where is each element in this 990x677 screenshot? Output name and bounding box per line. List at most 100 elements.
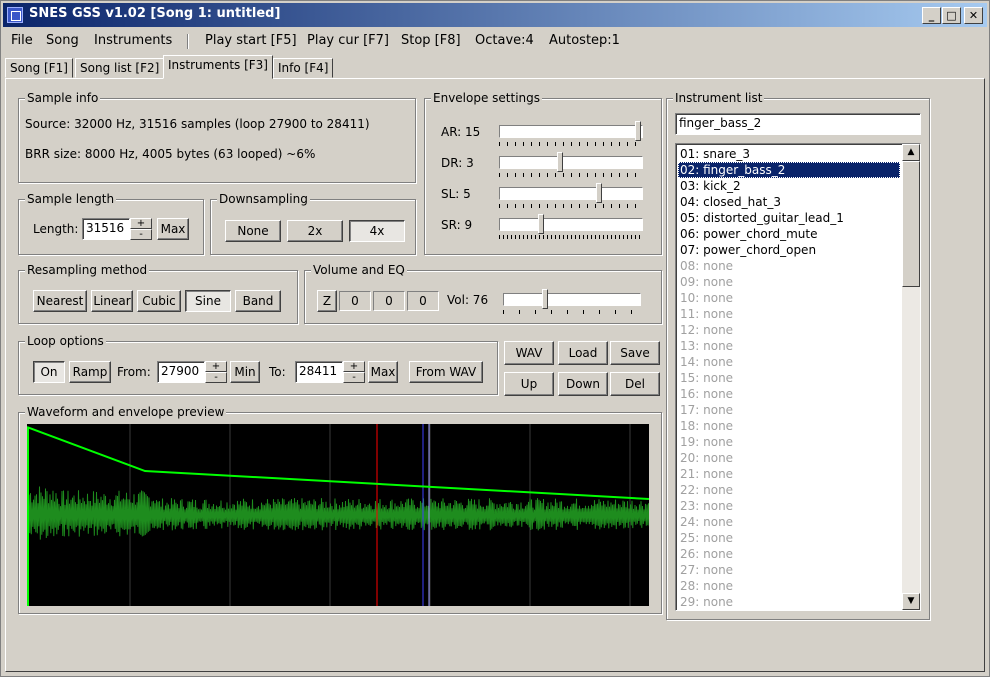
instrument-list-item[interactable]: 13: none	[678, 338, 900, 354]
ar-slider-thumb[interactable]	[635, 121, 641, 141]
maximize-button[interactable]: □	[942, 7, 961, 24]
loop-on-button[interactable]: On	[33, 361, 65, 383]
menu-autostep[interactable]: Autostep:1	[549, 33, 620, 48]
downsampling-none-button[interactable]: None	[225, 220, 281, 242]
sr-slider-thumb[interactable]	[538, 214, 544, 234]
down-button[interactable]: Down	[558, 372, 608, 396]
instrument-list-item[interactable]: 09: none	[678, 274, 900, 290]
sl-slider-thumb[interactable]	[596, 183, 602, 203]
loop-from-down-arrow-icon[interactable]: -	[205, 372, 227, 383]
loop-from-input[interactable]: 27900	[157, 361, 205, 383]
length-up-arrow-icon[interactable]: +	[130, 218, 152, 229]
loop-min-button[interactable]: Min	[230, 361, 260, 383]
loop-from-wav-button[interactable]: From WAV	[409, 361, 483, 383]
loop-max-button[interactable]: Max	[368, 361, 398, 383]
loop-to-spinner[interactable]: + -	[343, 361, 365, 383]
instrument-list-item[interactable]: 03: kick_2	[678, 178, 900, 194]
instrument-list-item[interactable]: 27: none	[678, 562, 900, 578]
length-down-arrow-icon[interactable]: -	[130, 229, 152, 240]
menu-play-start[interactable]: Play start [F5]	[205, 33, 297, 48]
length-spinner[interactable]: + -	[130, 218, 152, 240]
instrument-list-item[interactable]: 17: none	[678, 402, 900, 418]
close-button[interactable]: ✕	[964, 7, 983, 24]
instrument-list-item[interactable]: 23: none	[678, 498, 900, 514]
instrument-list-item[interactable]: 11: none	[678, 306, 900, 322]
instrument-list-item[interactable]: 24: none	[678, 514, 900, 530]
instrument-list-item[interactable]: 22: none	[678, 482, 900, 498]
instrument-list-item[interactable]: 04: closed_hat_3	[678, 194, 900, 210]
sr-slider[interactable]	[499, 214, 643, 240]
scroll-down-icon[interactable]: ▼	[902, 593, 920, 610]
instrument-list-item[interactable]: 19: none	[678, 434, 900, 450]
menu-stop[interactable]: Stop [F8]	[401, 33, 461, 48]
eq-zero-button[interactable]: Z	[317, 290, 337, 312]
instrument-scrollbar[interactable]: ▲ ▼	[902, 144, 920, 610]
instrument-list-item[interactable]: 21: none	[678, 466, 900, 482]
volume-slider[interactable]	[503, 289, 641, 315]
sl-slider[interactable]	[499, 183, 643, 209]
up-button[interactable]: Up	[504, 372, 554, 396]
instrument-list-item[interactable]: 06: power_chord_mute	[678, 226, 900, 242]
loop-to-input[interactable]: 28411	[295, 361, 343, 383]
dr-slider-thumb[interactable]	[557, 152, 563, 172]
load-button[interactable]: Load	[558, 341, 608, 365]
envelope-title: Envelope settings	[431, 91, 543, 105]
instrument-list-item[interactable]: 12: none	[678, 322, 900, 338]
tab-instruments[interactable]: Instruments [F3]	[163, 55, 273, 79]
instrument-list-item[interactable]: 29: none	[678, 594, 900, 610]
menu-play-cur[interactable]: Play cur [F7]	[307, 33, 389, 48]
loop-to-down-arrow-icon[interactable]: -	[343, 372, 365, 383]
eq-low-field[interactable]: 0	[339, 291, 371, 311]
delete-button[interactable]: Del	[610, 372, 660, 396]
instrument-list-item[interactable]: 15: none	[678, 370, 900, 386]
instrument-list-item[interactable]: 25: none	[678, 530, 900, 546]
loop-from-spinner[interactable]: + -	[205, 361, 227, 383]
instrument-list-item[interactable]: 02: finger_bass_2	[678, 162, 900, 178]
resample-sine-button[interactable]: Sine	[185, 290, 231, 312]
menu-song[interactable]: Song	[46, 33, 79, 48]
resample-linear-button[interactable]: Linear	[91, 290, 133, 312]
instrument-list-item[interactable]: 16: none	[678, 386, 900, 402]
tab-info[interactable]: Info [F4]	[273, 58, 334, 78]
loop-ramp-button[interactable]: Ramp	[69, 361, 111, 383]
tab-song[interactable]: Song [F1]	[5, 58, 73, 78]
length-input[interactable]: 31516	[82, 218, 130, 240]
scroll-thumb[interactable]	[902, 161, 920, 287]
eq-mid-field[interactable]: 0	[373, 291, 405, 311]
resample-nearest-button[interactable]: Nearest	[33, 290, 87, 312]
volume-slider-thumb[interactable]	[542, 289, 548, 309]
menu-file[interactable]: File	[11, 33, 33, 48]
title-bar[interactable]: SNES GSS v1.02 [Song 1: untitled] _ □ ✕	[3, 3, 987, 27]
volume-label: Vol: 76	[447, 293, 489, 307]
instrument-list-item[interactable]: 01: snare_3	[678, 146, 900, 162]
menu-octave[interactable]: Octave:4	[475, 33, 534, 48]
minimize-button[interactable]: _	[922, 7, 941, 24]
dr-slider[interactable]	[499, 152, 643, 178]
instrument-list-item[interactable]: 28: none	[678, 578, 900, 594]
instrument-list-item[interactable]: 08: none	[678, 258, 900, 274]
wav-button[interactable]: WAV	[504, 341, 554, 365]
eq-high-field[interactable]: 0	[407, 291, 439, 311]
scroll-up-icon[interactable]: ▲	[902, 144, 920, 161]
loop-to-up-arrow-icon[interactable]: +	[343, 361, 365, 372]
instrument-list-item[interactable]: 14: none	[678, 354, 900, 370]
menu-instruments[interactable]: Instruments	[94, 33, 172, 48]
instrument-listbox[interactable]: 01: snare_3 02: finger_bass_2 03: kick_2 04…	[675, 143, 921, 611]
ar-slider[interactable]	[499, 121, 643, 147]
instrument-name-input[interactable]: finger_bass_2	[675, 113, 921, 135]
waveform-canvas[interactable]	[27, 424, 649, 606]
save-button[interactable]: Save	[610, 341, 660, 365]
instrument-list-item[interactable]: 05: distorted_guitar_lead_1	[678, 210, 900, 226]
resample-cubic-button[interactable]: Cubic	[137, 290, 181, 312]
downsampling-4x-button[interactable]: 4x	[349, 220, 405, 242]
tab-song-list[interactable]: Song list [F2]	[75, 58, 165, 78]
instrument-list-item[interactable]: 10: none	[678, 290, 900, 306]
instrument-list-item[interactable]: 18: none	[678, 418, 900, 434]
loop-from-up-arrow-icon[interactable]: +	[205, 361, 227, 372]
resample-band-button[interactable]: Band	[235, 290, 281, 312]
instrument-list-item[interactable]: 20: none	[678, 450, 900, 466]
downsampling-2x-button[interactable]: 2x	[287, 220, 343, 242]
instrument-list-item[interactable]: 07: power_chord_open	[678, 242, 900, 258]
instrument-list-item[interactable]: 26: none	[678, 546, 900, 562]
length-max-button[interactable]: Max	[157, 218, 189, 240]
